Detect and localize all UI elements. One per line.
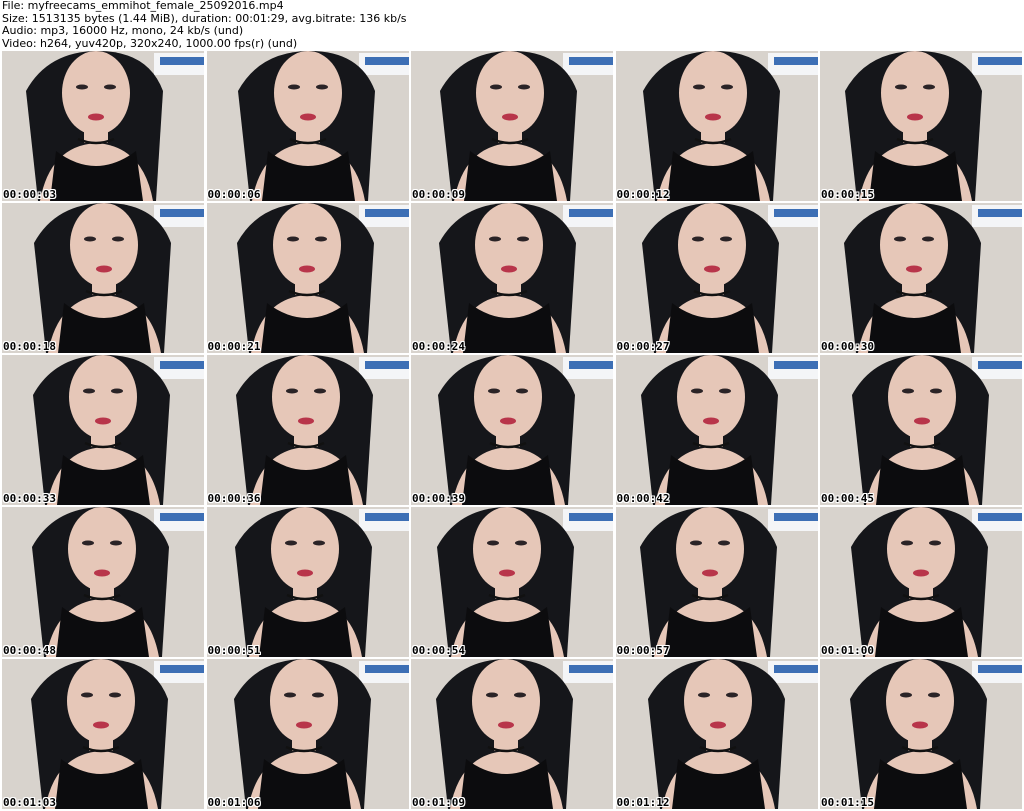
video-frame-image — [615, 51, 818, 201]
info-header: File: myfreecams_emmihot_female_25092016… — [2, 0, 1022, 50]
thumbnail-timestamp: 00:00:06 — [207, 188, 261, 201]
thumbnail-timestamp: 00:00:45 — [821, 492, 874, 505]
audio-info-line: Audio: mp3, 16000 Hz, mono, 24 kb/s (und… — [2, 24, 244, 37]
thumbnail-timestamp: 00:00:33 — [3, 492, 56, 505]
thumbnail-grid: 00:00:03 00:00:06 00:00:09 00:00:12 00:00:15… — [2, 51, 1022, 811]
thumbnail-timestamp: 00:00:24 — [412, 340, 465, 353]
video-frame-image — [411, 203, 613, 353]
thumbnail-timestamp: 00:00:30 — [821, 340, 874, 353]
video-frame-image — [411, 659, 613, 809]
video-thumbnail: 00:00:12 — [615, 51, 818, 201]
video-thumbnail: 00:01:12 — [615, 659, 818, 809]
thumbnail-timestamp: 00:00:18 — [3, 340, 56, 353]
video-thumbnail: 00:00:24 — [411, 203, 613, 353]
video-thumbnail: 00:00:03 — [2, 51, 204, 201]
thumbnail-timestamp: 00:00:21 — [207, 340, 261, 353]
video-frame-image — [411, 507, 613, 657]
thumbnail-timestamp: 00:01:15 — [821, 796, 874, 809]
video-thumbnail: 00:01:06 — [206, 659, 409, 809]
video-thumbnail: 00:00:30 — [820, 203, 1022, 353]
video-frame-image — [820, 507, 1022, 657]
thumbnail-timestamp: 00:00:57 — [616, 644, 670, 657]
video-info-line: Video: h264, yuv420p, 320x240, 1000.00 f… — [2, 36, 298, 50]
video-thumbnail: 00:00:48 — [2, 507, 204, 657]
video-thumbnail: 00:00:18 — [2, 203, 204, 353]
video-frame-image — [820, 203, 1022, 353]
video-thumbnail: 00:00:42 — [615, 355, 818, 505]
video-thumbnail: 00:01:09 — [411, 659, 613, 809]
video-frame-image — [2, 507, 204, 657]
video-thumbnail: 00:00:33 — [2, 355, 204, 505]
thumbnail-timestamp: 00:00:39 — [412, 492, 465, 505]
video-frame-image — [2, 203, 204, 353]
thumbnail-timestamp: 00:00:27 — [616, 340, 670, 353]
thumbnail-timestamp: 00:00:12 — [616, 188, 670, 201]
video-frame-image — [615, 203, 818, 353]
thumbnail-timestamp: 00:00:15 — [821, 188, 874, 201]
video-frame-image — [2, 51, 204, 201]
thumbnail-timestamp: 00:00:48 — [3, 644, 56, 657]
video-thumbnail: 00:00:45 — [820, 355, 1022, 505]
thumbnail-timestamp: 00:00:36 — [207, 492, 261, 505]
video-frame-image — [615, 507, 818, 657]
thumbnail-timestamp: 00:00:51 — [207, 644, 261, 657]
video-frame-image — [411, 51, 613, 201]
video-frame-image — [411, 355, 613, 505]
video-frame-image — [206, 507, 409, 657]
video-thumbnail: 00:00:57 — [615, 507, 818, 657]
thumbnail-timestamp: 00:01:06 — [207, 796, 261, 809]
video-thumbnail: 00:00:09 — [411, 51, 613, 201]
video-thumbnail: 00:01:03 — [2, 659, 204, 809]
thumbnail-timestamp: 00:01:12 — [616, 796, 670, 809]
thumbnail-timestamp: 00:00:54 — [412, 644, 465, 657]
video-frame-image — [206, 659, 409, 809]
thumbnail-timestamp: 00:01:03 — [3, 796, 56, 809]
video-thumbnail: 00:00:54 — [411, 507, 613, 657]
video-thumbnail: 00:00:36 — [206, 355, 409, 505]
video-frame-image — [820, 51, 1022, 201]
thumbnail-timestamp: 00:00:03 — [3, 188, 56, 201]
video-frame-image — [615, 355, 818, 505]
video-frame-image — [820, 659, 1022, 809]
thumbnail-timestamp: 00:01:09 — [412, 796, 465, 809]
video-frame-image — [2, 355, 204, 505]
video-thumbnail: 00:00:21 — [206, 203, 409, 353]
video-thumbnail: 00:00:51 — [206, 507, 409, 657]
video-frame-image — [206, 203, 409, 353]
video-frame-image — [206, 51, 409, 201]
thumbnail-timestamp: 00:00:42 — [616, 492, 670, 505]
file-name-line: File: myfreecams_emmihot_female_25092016… — [2, 0, 284, 12]
video-thumbnail: 00:00:06 — [206, 51, 409, 201]
video-thumbnail: 00:01:15 — [820, 659, 1022, 809]
video-thumbnail: 00:00:27 — [615, 203, 818, 353]
video-frame-image — [615, 659, 818, 809]
thumbnail-timestamp: 00:01:00 — [821, 644, 874, 657]
video-thumbnail: 00:01:00 — [820, 507, 1022, 657]
video-frame-image — [2, 659, 204, 809]
thumbnail-timestamp: 00:00:09 — [412, 188, 465, 201]
video-thumbnail: 00:00:15 — [820, 51, 1022, 201]
video-thumbnail: 00:00:39 — [411, 355, 613, 505]
video-frame-image — [820, 355, 1022, 505]
video-frame-image — [206, 355, 409, 505]
